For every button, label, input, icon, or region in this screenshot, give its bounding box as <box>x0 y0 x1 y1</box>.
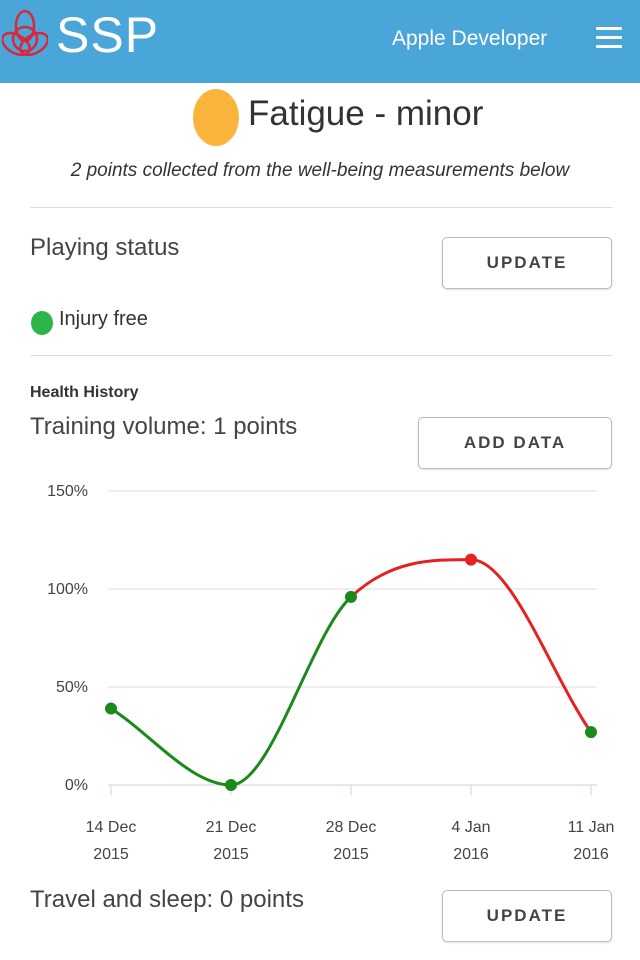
data-point <box>105 702 117 715</box>
fatigue-level-indicator <box>193 89 239 146</box>
training-volume-title: Training volume: 1 points <box>30 413 298 440</box>
x-tick-label: 2015 <box>333 846 369 863</box>
series-line-segment <box>470 558 593 733</box>
x-tick-label: 2016 <box>453 846 489 863</box>
status-indicator <box>31 311 53 335</box>
status-label: Injury free <box>59 308 148 330</box>
playing-status-title: Playing status <box>30 234 180 261</box>
x-tick-label: 2016 <box>573 846 609 863</box>
training-volume-chart: 0% 50% 100% 150% 14 Dec 2015 21 Dec 2015 28 Dec 2… <box>47 483 615 863</box>
y-tick-label: 150% <box>47 483 88 500</box>
y-tick-label: 0% <box>65 777 88 794</box>
y-tick-label: 50% <box>56 679 88 696</box>
developer-name: Apple Developer <box>392 27 548 50</box>
app-logo-text: SSP <box>56 7 160 63</box>
travel-sleep-title: Travel and sleep: 0 points <box>30 886 304 913</box>
travel-sleep-update-button[interactable]: UPDATE <box>442 890 612 942</box>
x-tick-label: 2015 <box>93 846 129 863</box>
x-tick-label: 11 Jan <box>568 819 615 836</box>
x-tick-label: 4 Jan <box>451 819 490 836</box>
data-point <box>585 726 597 739</box>
x-tick-label: 28 Dec <box>326 819 377 836</box>
x-tick-label: 21 Dec <box>206 819 257 836</box>
health-history-heading: Health History <box>30 384 139 401</box>
divider <box>30 207 612 208</box>
data-point <box>345 590 357 603</box>
hamburger-menu-icon[interactable] <box>596 27 622 49</box>
playing-status-update-button[interactable]: UPDATE <box>442 237 612 289</box>
app-header: SSP Apple Developer <box>0 0 640 83</box>
x-tick-label: 14 Dec <box>86 819 137 836</box>
series-line-segment <box>110 707 232 787</box>
series-line-segment <box>230 595 353 787</box>
menu-bar <box>596 45 622 48</box>
y-tick-label: 100% <box>47 581 88 598</box>
fatigue-subtitle: 2 points collected from the well-being m… <box>70 160 570 181</box>
data-point <box>465 553 477 566</box>
fatigue-title: Fatigue - minor <box>248 94 484 133</box>
data-point <box>225 779 237 791</box>
series-line-segment <box>349 558 472 598</box>
menu-bar <box>596 36 622 39</box>
divider <box>30 355 612 356</box>
add-data-button[interactable]: ADD DATA <box>418 417 612 469</box>
triquetra-icon <box>2 9 48 57</box>
menu-bar <box>596 27 622 30</box>
x-tick-label: 2015 <box>213 846 249 863</box>
